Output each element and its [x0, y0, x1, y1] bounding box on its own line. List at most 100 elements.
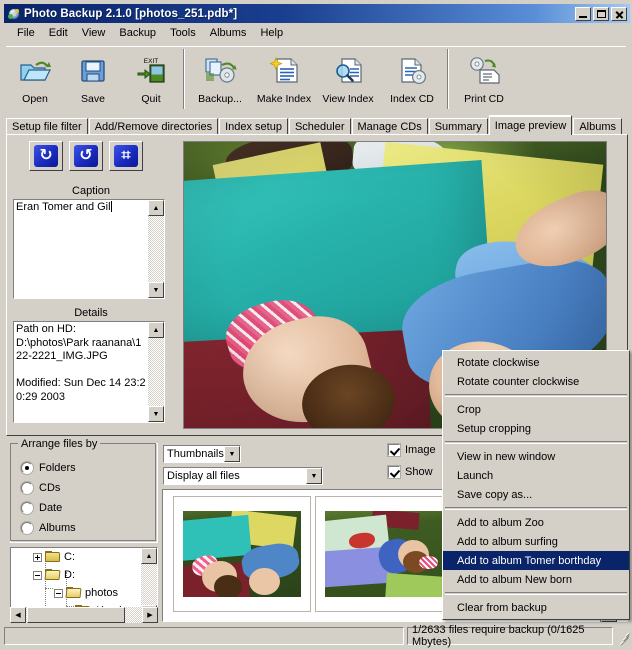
print-cd-button[interactable]: Print CD — [452, 47, 516, 109]
tab-summary[interactable]: Summary — [429, 118, 488, 135]
toolbar-group-file: Open Save EXIT — [6, 47, 180, 111]
image-tool-bar: ↻ ↺ ⌗ — [29, 141, 143, 171]
menu-bar: File Edit View Backup Tools Albums Help — [4, 23, 630, 43]
toolbar-group-print: Print CD — [452, 47, 516, 111]
details-scrollbar[interactable]: ▲ ▼ — [148, 322, 164, 422]
tree-item-photos[interactable]: photos — [54, 587, 118, 599]
chevron-down-icon[interactable]: ▼ — [306, 468, 322, 484]
make-index-button[interactable]: Make Index — [252, 47, 316, 109]
tree-item-c[interactable]: C: — [33, 551, 75, 563]
view-mode-select[interactable]: Thumbnails ▼ — [163, 445, 241, 463]
rotate-counter-clockwise-button[interactable]: ↺ — [69, 141, 103, 171]
menu-item-rotate-clockwise[interactable]: Rotate clockwise — [443, 353, 629, 372]
rotate-clockwise-button[interactable]: ↻ — [29, 141, 63, 171]
radio-cds-label: CDs — [39, 482, 60, 494]
tree-scroll-left[interactable]: ◀ — [10, 607, 26, 623]
chevron-down-icon[interactable]: ▼ — [224, 446, 240, 462]
crop-button[interactable]: ⌗ — [109, 141, 143, 171]
menu-separator — [445, 592, 627, 595]
view-index-button[interactable]: View Index — [316, 47, 380, 109]
menu-edit[interactable]: Edit — [42, 25, 75, 41]
save-label: Save — [81, 94, 105, 105]
menu-item-view-in-new-window[interactable]: View in new window — [443, 447, 629, 466]
checkbox-show-indicator — [388, 466, 400, 478]
tab-image-preview[interactable]: Image preview — [489, 115, 573, 135]
menu-help[interactable]: Help — [253, 25, 290, 41]
tab-index-setup[interactable]: Index setup — [219, 118, 288, 135]
tree-horizontal-scrollbar[interactable]: ◀ ▶ — [10, 607, 158, 623]
maximize-button[interactable] — [593, 7, 609, 21]
menu-item-rotate-counter-clockwise[interactable]: Rotate counter clockwise — [443, 372, 629, 391]
tree-item-photos-label: photos — [85, 587, 118, 599]
folder-open-icon — [66, 587, 82, 599]
index-cd-button[interactable]: Index CD — [380, 47, 444, 109]
arrange-files-legend: Arrange files by — [18, 438, 100, 450]
checkbox-image[interactable]: Image — [388, 444, 436, 456]
save-button[interactable]: Save — [64, 47, 122, 109]
tab-scheduler[interactable]: Scheduler — [289, 118, 351, 135]
toolbar-group-index: Backup... Make Index — [188, 47, 444, 111]
folder-closed-icon — [45, 551, 61, 563]
menu-item-clear-from-backup[interactable]: Clear from backup — [443, 598, 629, 617]
minimize-button[interactable] — [575, 7, 591, 21]
expander-plus-icon[interactable] — [33, 553, 42, 562]
status-right-pane: 1/2633 files require backup (0/1625 Mbyt… — [407, 627, 613, 645]
details-scroll-down[interactable]: ▼ — [148, 406, 164, 422]
tree-item-d-label: D: — [64, 569, 75, 581]
tree-scroll-up[interactable]: ▲ — [141, 548, 157, 564]
checkbox-show-label: Show — [405, 466, 433, 478]
close-button[interactable] — [611, 7, 627, 21]
radio-albums[interactable]: Albums — [21, 522, 76, 534]
thumbnail-item[interactable] — [173, 496, 311, 612]
menu-item-add-to-album-new-born[interactable]: Add to album New born — [443, 570, 629, 589]
tab-manage-cds[interactable]: Manage CDs — [352, 118, 428, 135]
radio-folders-label: Folders — [39, 462, 76, 474]
menu-tools[interactable]: Tools — [163, 25, 203, 41]
tab-add-remove-directories[interactable]: Add/Remove directories — [89, 118, 218, 135]
radio-folders[interactable]: Folders — [21, 462, 76, 474]
window-buttons — [575, 7, 628, 21]
menu-item-add-to-album-surfing[interactable]: Add to album surfing — [443, 532, 629, 551]
caption-scroll-up[interactable]: ▲ — [148, 200, 164, 216]
backup-button[interactable]: Backup... — [188, 47, 252, 109]
thumbnail-image — [325, 511, 443, 597]
caption-scrollbar[interactable]: ▲ ▼ — [148, 200, 164, 298]
radio-date-indicator — [21, 502, 33, 514]
details-scroll-up[interactable]: ▲ — [148, 322, 164, 338]
tree-hscroll-thumb[interactable] — [27, 607, 125, 623]
view-mode-value: Thumbnails — [164, 448, 224, 460]
expander-minus-icon[interactable] — [54, 589, 63, 598]
index-cd-icon — [381, 48, 443, 94]
make-index-icon — [253, 48, 315, 94]
radio-cds[interactable]: CDs — [21, 482, 60, 494]
thumbnail-item[interactable] — [315, 496, 453, 612]
radio-date[interactable]: Date — [21, 502, 62, 514]
menu-albums[interactable]: Albums — [203, 25, 254, 41]
file-filter-select[interactable]: Display all files ▼ — [163, 467, 323, 485]
details-value: Path on HD: D:\photos\Park raanana\122-2… — [16, 323, 147, 421]
open-button[interactable]: Open — [6, 47, 64, 109]
tree-item-d[interactable]: D: — [33, 569, 75, 581]
menu-item-save-copy-as[interactable]: Save copy as... — [443, 485, 629, 504]
file-filter-value: Display all files — [164, 470, 306, 482]
menu-item-setup-cropping[interactable]: Setup cropping — [443, 419, 629, 438]
caption-scroll-down[interactable]: ▼ — [148, 282, 164, 298]
menu-view[interactable]: View — [75, 25, 113, 41]
resize-grip-icon[interactable] — [616, 629, 630, 643]
expander-minus-icon[interactable] — [33, 571, 42, 580]
menu-file[interactable]: File — [10, 25, 42, 41]
thumbnail-image — [183, 511, 301, 597]
details-box[interactable]: Path on HD: D:\photos\Park raanana\122-2… — [13, 321, 165, 423]
tree-scroll-right[interactable]: ▶ — [142, 607, 158, 623]
menu-backup[interactable]: Backup — [112, 25, 163, 41]
caption-input[interactable]: Eran Tomer and Gil ▲ ▼ — [13, 199, 165, 299]
menu-item-add-to-album-zoo[interactable]: Add to album Zoo — [443, 513, 629, 532]
menu-item-add-to-album-tomer-borthday[interactable]: Add to album Tomer borthday — [443, 551, 629, 570]
menu-item-launch[interactable]: Launch — [443, 466, 629, 485]
checkbox-show[interactable]: Show — [388, 466, 433, 478]
menu-item-crop[interactable]: Crop — [443, 400, 629, 419]
tab-albums[interactable]: Albums — [573, 118, 622, 135]
quit-button[interactable]: EXIT Quit — [122, 47, 180, 109]
tab-strip: Setup file filter Add/Remove directories… — [6, 115, 628, 135]
tab-setup-file-filter[interactable]: Setup file filter — [6, 118, 88, 135]
